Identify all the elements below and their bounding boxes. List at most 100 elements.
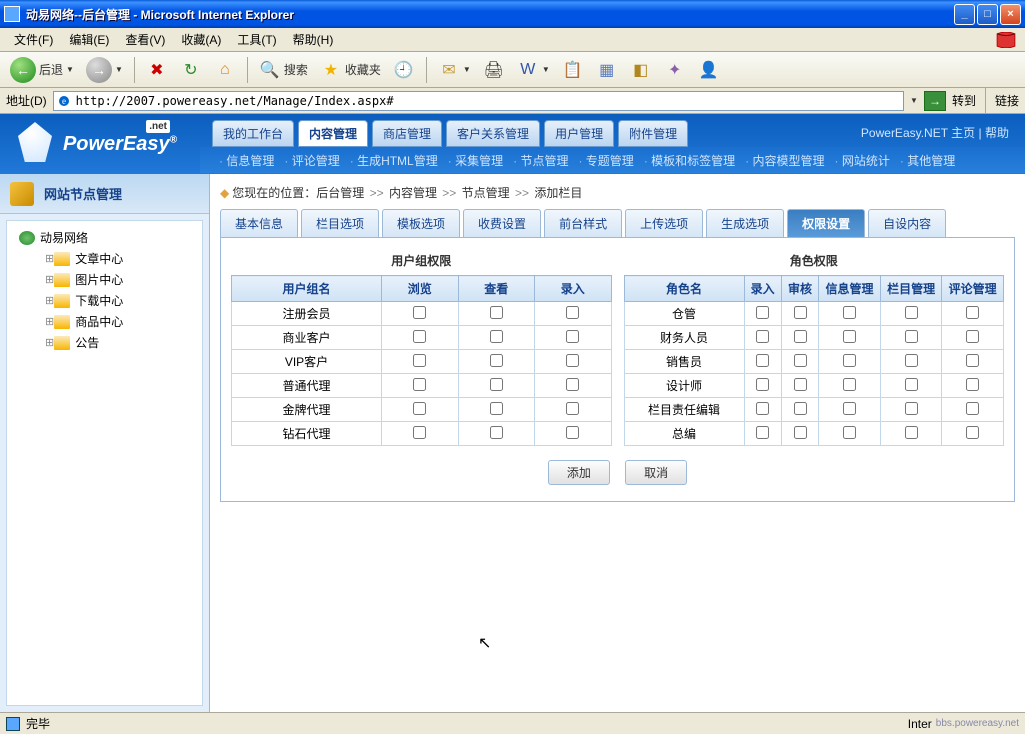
breadcrumb-item[interactable]: 节点管理 bbox=[462, 186, 510, 200]
topnav-tab[interactable]: 用户管理 bbox=[544, 120, 614, 147]
permission-checkbox[interactable] bbox=[756, 402, 769, 415]
permission-checkbox[interactable] bbox=[794, 354, 807, 367]
home-link[interactable]: PowerEasy.NET 主页 bbox=[861, 126, 975, 140]
content-tab[interactable]: 收费设置 bbox=[463, 209, 541, 237]
favorites-button[interactable]: ★收藏夹 bbox=[316, 57, 385, 83]
permission-checkbox[interactable] bbox=[413, 354, 426, 367]
subnav-item[interactable]: 节点管理 bbox=[510, 152, 571, 169]
subnav-item[interactable]: 网站统计 bbox=[832, 152, 893, 169]
cancel-button[interactable]: 取消 bbox=[625, 460, 687, 485]
permission-checkbox[interactable] bbox=[905, 402, 918, 415]
permission-checkbox[interactable] bbox=[413, 402, 426, 415]
topnav-tab[interactable]: 附件管理 bbox=[618, 120, 688, 147]
permission-checkbox[interactable] bbox=[413, 306, 426, 319]
home-button[interactable]: ⌂ bbox=[210, 57, 240, 83]
messenger-button[interactable]: 👤 bbox=[694, 57, 724, 83]
permission-checkbox[interactable] bbox=[490, 402, 503, 415]
search-button[interactable]: 🔍搜索 bbox=[255, 57, 312, 83]
permission-checkbox[interactable] bbox=[490, 330, 503, 343]
menu-help[interactable]: 帮助(H) bbox=[285, 28, 342, 51]
permission-checkbox[interactable] bbox=[966, 378, 979, 391]
tree-item[interactable]: ⊞ 图片中心 bbox=[13, 269, 196, 290]
permission-checkbox[interactable] bbox=[566, 306, 579, 319]
permission-checkbox[interactable] bbox=[756, 426, 769, 439]
permission-checkbox[interactable] bbox=[843, 378, 856, 391]
maximize-button[interactable]: □ bbox=[977, 4, 998, 25]
subnav-item[interactable]: 其他管理 bbox=[897, 152, 958, 169]
minimize-button[interactable]: _ bbox=[954, 4, 975, 25]
word-edit-button[interactable]: W▼ bbox=[513, 57, 554, 83]
permission-checkbox[interactable] bbox=[905, 426, 918, 439]
tool-button-2[interactable]: ◧ bbox=[626, 57, 656, 83]
back-button[interactable]: ←后退 ▼ bbox=[6, 55, 78, 85]
permission-checkbox[interactable] bbox=[966, 426, 979, 439]
tool-button-1[interactable]: ▦ bbox=[592, 57, 622, 83]
tree-root[interactable]: 动易网络 bbox=[13, 227, 196, 248]
permission-checkbox[interactable] bbox=[794, 426, 807, 439]
permission-checkbox[interactable] bbox=[566, 378, 579, 391]
permission-checkbox[interactable] bbox=[756, 306, 769, 319]
address-input[interactable] bbox=[53, 91, 904, 111]
subnav-item[interactable]: 采集管理 bbox=[445, 152, 506, 169]
permission-checkbox[interactable] bbox=[905, 354, 918, 367]
refresh-button[interactable]: ↻ bbox=[176, 57, 206, 83]
content-tab[interactable]: 生成选项 bbox=[706, 209, 784, 237]
content-tab[interactable]: 基本信息 bbox=[220, 209, 298, 237]
tree-item[interactable]: ⊞ 公告 bbox=[13, 332, 196, 353]
content-tab[interactable]: 前台样式 bbox=[544, 209, 622, 237]
permission-checkbox[interactable] bbox=[566, 426, 579, 439]
permission-checkbox[interactable] bbox=[843, 354, 856, 367]
permission-checkbox[interactable] bbox=[490, 306, 503, 319]
permission-checkbox[interactable] bbox=[794, 306, 807, 319]
subnav-item[interactable]: 专题管理 bbox=[575, 152, 636, 169]
breadcrumb-item[interactable]: 后台管理 bbox=[316, 186, 364, 200]
close-button[interactable]: × bbox=[1000, 4, 1021, 25]
permission-checkbox[interactable] bbox=[843, 306, 856, 319]
permission-checkbox[interactable] bbox=[905, 306, 918, 319]
menu-view[interactable]: 查看(V) bbox=[117, 28, 173, 51]
permission-checkbox[interactable] bbox=[566, 354, 579, 367]
links-label[interactable]: 链接 bbox=[995, 92, 1019, 109]
permission-checkbox[interactable] bbox=[794, 330, 807, 343]
help-link[interactable]: 帮助 bbox=[985, 126, 1009, 140]
permission-checkbox[interactable] bbox=[566, 330, 579, 343]
permission-checkbox[interactable] bbox=[966, 330, 979, 343]
permission-checkbox[interactable] bbox=[794, 402, 807, 415]
tree-item[interactable]: ⊞ 文章中心 bbox=[13, 248, 196, 269]
permission-checkbox[interactable] bbox=[905, 330, 918, 343]
menu-edit[interactable]: 编辑(E) bbox=[61, 28, 117, 51]
permission-checkbox[interactable] bbox=[413, 426, 426, 439]
breadcrumb-item[interactable]: 内容管理 bbox=[389, 186, 437, 200]
permission-checkbox[interactable] bbox=[843, 402, 856, 415]
menu-file[interactable]: 文件(F) bbox=[6, 28, 61, 51]
subnav-item[interactable]: 模板和标签管理 bbox=[641, 152, 738, 169]
permission-checkbox[interactable] bbox=[756, 354, 769, 367]
permission-checkbox[interactable] bbox=[966, 306, 979, 319]
subnav-item[interactable]: 信息管理 bbox=[216, 152, 277, 169]
permission-checkbox[interactable] bbox=[756, 330, 769, 343]
history-button[interactable]: 🕘 bbox=[389, 57, 419, 83]
permission-checkbox[interactable] bbox=[413, 378, 426, 391]
permission-checkbox[interactable] bbox=[756, 378, 769, 391]
permission-checkbox[interactable] bbox=[566, 402, 579, 415]
permission-checkbox[interactable] bbox=[490, 354, 503, 367]
permission-checkbox[interactable] bbox=[413, 330, 426, 343]
stop-button[interactable]: ✖ bbox=[142, 57, 172, 83]
tool-button-3[interactable]: ✦ bbox=[660, 57, 690, 83]
permission-checkbox[interactable] bbox=[843, 426, 856, 439]
subnav-item[interactable]: 生成HTML管理 bbox=[347, 152, 441, 169]
content-tab[interactable]: 栏目选项 bbox=[301, 209, 379, 237]
permission-checkbox[interactable] bbox=[905, 378, 918, 391]
topnav-tab[interactable]: 我的工作台 bbox=[212, 120, 294, 147]
mail-button[interactable]: ✉▼ bbox=[434, 57, 475, 83]
forward-button[interactable]: →▼ bbox=[82, 55, 127, 85]
menu-tools[interactable]: 工具(T) bbox=[229, 28, 284, 51]
permission-checkbox[interactable] bbox=[490, 426, 503, 439]
menu-fav[interactable]: 收藏(A) bbox=[173, 28, 229, 51]
address-dropdown-icon[interactable]: ▼ bbox=[910, 96, 918, 105]
add-button[interactable]: 添加 bbox=[548, 460, 610, 485]
permission-checkbox[interactable] bbox=[843, 330, 856, 343]
clipboard-button[interactable]: 📋 bbox=[558, 57, 588, 83]
permission-checkbox[interactable] bbox=[966, 402, 979, 415]
subnav-item[interactable]: 评论管理 bbox=[281, 152, 342, 169]
